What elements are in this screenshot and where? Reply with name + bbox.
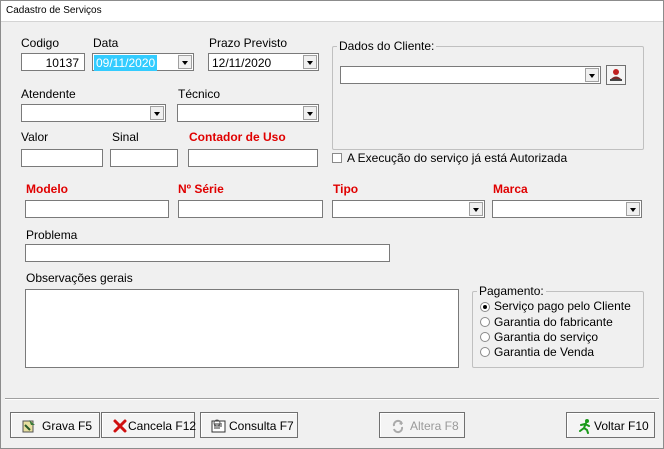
altera-label: Altera F8	[410, 419, 459, 433]
chevron-down-icon[interactable]	[469, 202, 483, 216]
service-registration-window: Cadastro de Serviços Codigo 10137 Data 0…	[0, 0, 664, 449]
grava-label: Grava F5	[42, 419, 93, 433]
prazo-label: Prazo Previsto	[209, 36, 288, 50]
radio-pago-cliente[interactable]	[480, 302, 490, 312]
data-value: 09/11/2020	[94, 55, 158, 71]
problema-field[interactable]	[25, 244, 390, 262]
valor-field[interactable]	[21, 149, 103, 167]
serie-label: Nº Série	[178, 182, 224, 196]
consulta-button[interactable]: Consulta F7	[200, 412, 298, 438]
cancela-button[interactable]: Cancela F12	[101, 412, 197, 438]
grava-button[interactable]: Grava F5	[10, 412, 100, 438]
marca-label: Marca	[493, 182, 528, 196]
serie-field[interactable]	[178, 200, 323, 218]
cliente-group-title: Dados do Cliente:	[337, 39, 437, 53]
radio-garantia-servico[interactable]	[480, 332, 490, 342]
tecnico-label: Técnico	[178, 87, 221, 101]
data-label: Data	[93, 36, 119, 50]
autorizada-checkbox[interactable]	[332, 153, 342, 163]
cliente-lookup-button[interactable]	[606, 65, 626, 85]
chevron-down-icon[interactable]	[303, 106, 317, 120]
autorizada-label: A Execução do serviço já está Autorizada	[347, 151, 568, 165]
altera-button[interactable]: Altera F8	[379, 412, 465, 438]
observacoes-label: Observações gerais	[26, 271, 133, 285]
sinal-field[interactable]	[110, 149, 178, 167]
radio-garantia-servico-label: Garantia do serviço	[494, 330, 599, 344]
edit-refresh-icon	[392, 419, 404, 434]
contador-label: Contador de Uso	[189, 130, 286, 144]
cancela-label: Cancela F12	[128, 419, 197, 433]
prazo-date-picker[interactable]: 12/11/2020	[208, 53, 319, 71]
save-icon	[22, 420, 35, 433]
radio-garantia-fabricante[interactable]	[480, 317, 490, 327]
radio-garantia-venda-label: Garantia de Venda	[494, 345, 595, 359]
sinal-label: Sinal	[112, 130, 139, 144]
radio-pago-cliente-label: Serviço pago pelo Cliente	[494, 299, 631, 313]
cancel-x-icon	[113, 419, 127, 433]
search-list-icon	[211, 419, 226, 433]
data-date-picker[interactable]: 09/11/2020	[92, 53, 194, 71]
radio-garantia-fabricante-label: Garantia do fabricante	[494, 315, 613, 329]
chevron-down-icon[interactable]	[585, 68, 599, 82]
marca-select[interactable]	[492, 200, 642, 218]
observacoes-textarea[interactable]	[25, 289, 459, 368]
atendente-select[interactable]	[21, 104, 166, 122]
consulta-label: Consulta F7	[229, 419, 294, 433]
contador-field[interactable]	[188, 149, 318, 167]
bottom-separator	[5, 398, 659, 400]
chevron-down-icon[interactable]	[178, 55, 192, 69]
person-lookup-icon	[610, 69, 622, 81]
voltar-label: Voltar F10	[594, 419, 649, 433]
pagamento-group-title: Pagamento:	[477, 284, 546, 298]
chevron-down-icon[interactable]	[303, 55, 317, 69]
valor-label: Valor	[21, 130, 49, 144]
chevron-down-icon[interactable]	[150, 106, 164, 120]
prazo-value: 12/11/2020	[212, 56, 272, 70]
tipo-select[interactable]	[332, 200, 485, 218]
tecnico-select[interactable]	[177, 104, 319, 122]
codigo-label: Codigo	[21, 36, 60, 50]
codigo-field[interactable]: 10137	[21, 53, 85, 71]
cliente-group	[332, 46, 644, 150]
tipo-label: Tipo	[333, 182, 359, 196]
chevron-down-icon[interactable]	[626, 202, 640, 216]
problema-label: Problema	[26, 228, 78, 242]
atendente-label: Atendente	[21, 87, 76, 101]
modelo-field[interactable]	[25, 200, 169, 218]
voltar-button[interactable]: Voltar F10	[566, 412, 655, 438]
radio-garantia-venda[interactable]	[480, 347, 490, 357]
running-man-icon	[579, 419, 590, 434]
codigo-value: 10137	[45, 56, 79, 70]
modelo-label: Modelo	[26, 182, 68, 196]
title-bar: Cadastro de Serviços	[1, 1, 663, 22]
cliente-select[interactable]	[340, 66, 601, 84]
window-title: Cadastro de Serviços	[6, 5, 102, 16]
